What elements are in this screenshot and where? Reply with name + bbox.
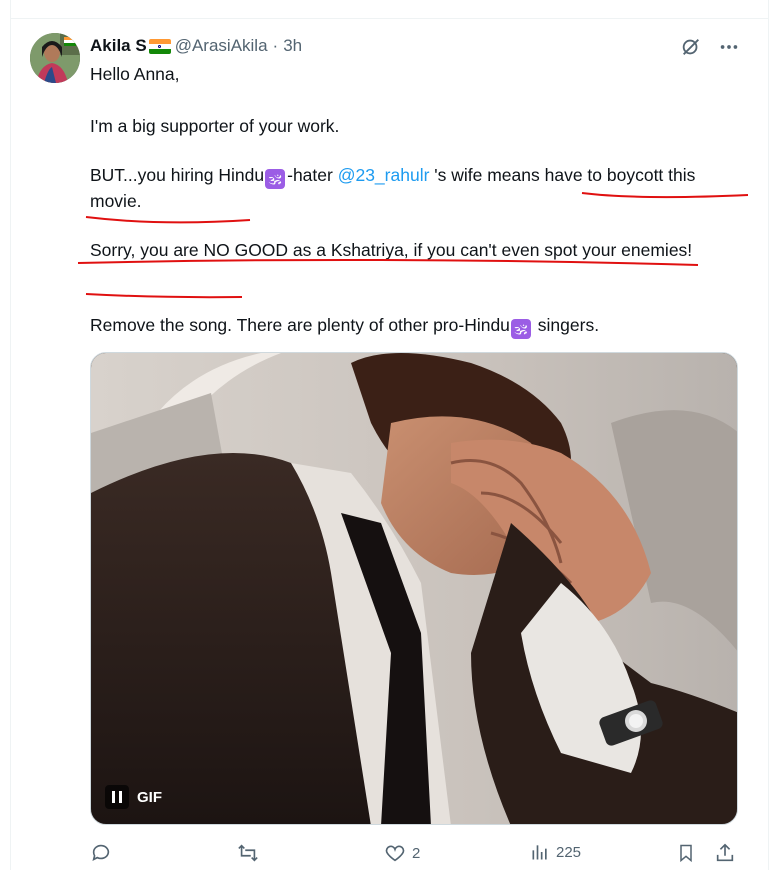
text-segment: Remove the song. There are plenty of oth… bbox=[90, 315, 510, 335]
analytics-icon bbox=[532, 845, 547, 860]
more-options-icon[interactable] bbox=[718, 36, 740, 58]
like-count: 2 bbox=[412, 844, 421, 862]
tweet-paragraph: Hello Anna, bbox=[90, 64, 180, 84]
timeline-border-right bbox=[768, 0, 769, 870]
text-segment: singers. bbox=[532, 315, 600, 335]
views-count: 225 bbox=[556, 843, 582, 861]
retweet-button[interactable] bbox=[236, 842, 266, 864]
author-name[interactable]: Akila S bbox=[90, 36, 147, 56]
gif-media[interactable]: GIF bbox=[90, 352, 738, 825]
bookmark-icon bbox=[680, 844, 692, 863]
gif-controls: GIF bbox=[105, 785, 162, 809]
reply-icon bbox=[92, 844, 110, 861]
grok-icon[interactable] bbox=[680, 36, 702, 58]
tweet-paragraph: Sorry, you are NO GOOD as a Kshatriya, i… bbox=[90, 240, 693, 260]
red-underline bbox=[85, 216, 251, 224]
tweet-header: Akila S @ArasiAkila · 3h bbox=[90, 34, 302, 58]
share-icon bbox=[716, 843, 734, 862]
pause-icon[interactable] bbox=[105, 785, 129, 809]
bookmark-button[interactable] bbox=[676, 842, 696, 864]
heart-icon bbox=[385, 845, 405, 862]
gif-badge: GIF bbox=[137, 788, 162, 806]
tweet-paragraph: I'm a big supporter of your work. bbox=[90, 116, 340, 136]
text-segment: -hater bbox=[287, 165, 338, 185]
mention-link[interactable]: @23_rahulr bbox=[338, 165, 430, 185]
om-emoji-icon: 🕉 bbox=[510, 319, 531, 339]
separator-dot: · bbox=[272, 36, 279, 55]
tweet-paragraph: BUT...you hiring Hindu 🕉 -hater @23_rahulr… bbox=[90, 163, 730, 214]
tweet-actions: 2 225 bbox=[90, 842, 750, 868]
timeline-border-left bbox=[10, 0, 11, 870]
share-button[interactable] bbox=[714, 842, 736, 864]
red-underline bbox=[85, 293, 243, 299]
india-flag-icon bbox=[148, 38, 171, 54]
reply-button[interactable] bbox=[90, 842, 118, 864]
avatar[interactable] bbox=[30, 33, 80, 83]
om-emoji-icon: 🕉 bbox=[265, 169, 286, 189]
retweet-icon bbox=[238, 844, 258, 862]
tweet-header-actions bbox=[680, 36, 740, 58]
author-handle[interactable]: @ArasiAkila bbox=[175, 36, 268, 56]
like-button[interactable]: 2 bbox=[384, 842, 420, 864]
text-segment: BUT...you hiring Hindu bbox=[90, 165, 265, 185]
views-button[interactable]: 225 bbox=[530, 842, 581, 862]
tweet-timestamp[interactable]: 3h bbox=[283, 36, 302, 56]
timeline-divider bbox=[10, 18, 769, 19]
tweet-paragraph: Remove the song. There are plenty of oth… bbox=[90, 313, 730, 339]
